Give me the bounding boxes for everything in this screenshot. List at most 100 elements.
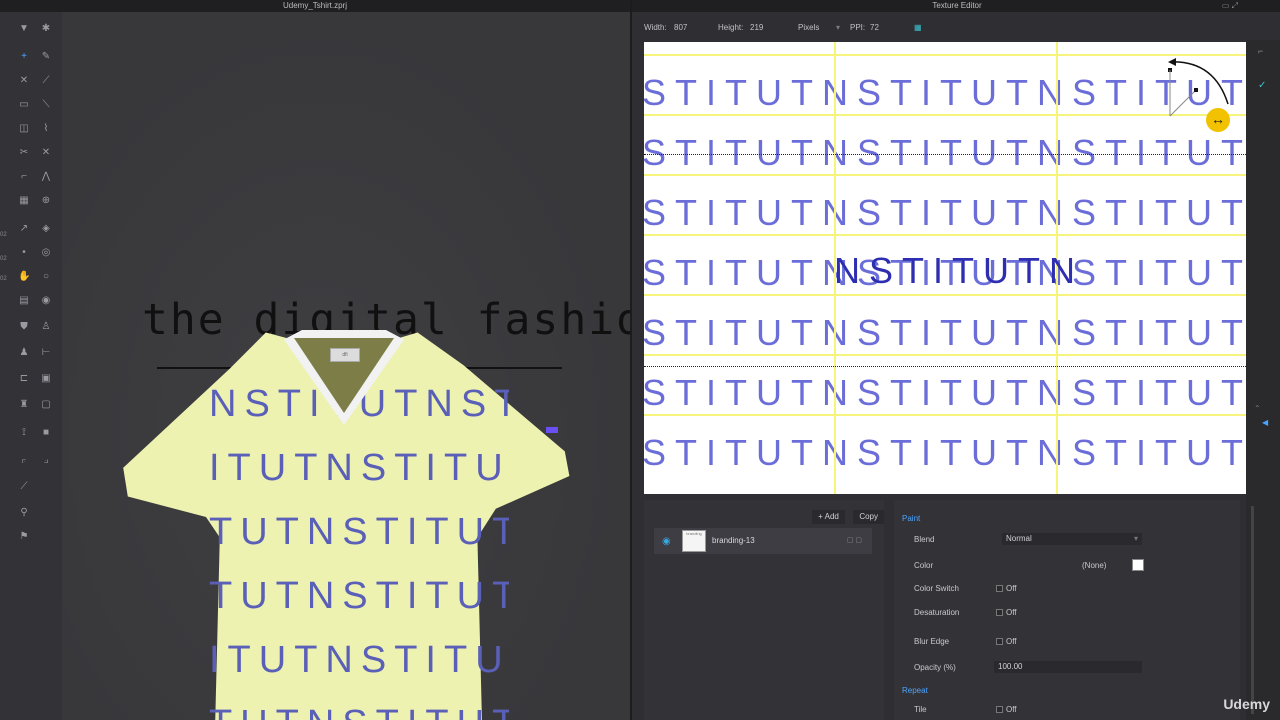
collar-label: dfi [330, 348, 360, 362]
anchor-tool-icon[interactable]: ⚲ [18, 508, 30, 518]
texture-row: STITUTNSTITUTNSTITUT [644, 54, 1248, 114]
edit-tool-icon[interactable]: ✎ [40, 52, 52, 62]
pen-tool-icon[interactable]: ↗ [18, 224, 30, 234]
stitch2-tool-icon[interactable]: ⟓ [40, 456, 52, 466]
dotted-guide [644, 154, 1248, 155]
blend-select[interactable]: Normal ▾ [1002, 533, 1142, 545]
left-toolbar: ▼ ✱ + ✎ ✕ ⟋ ▭ ⟍ ◫ ⌇ ✂ ✕ ⌐ ⋀ ▦ ⊕ ↗ ◈ • ◎ … [0, 12, 80, 720]
paint-section-title[interactable]: Paint [902, 514, 920, 523]
add-layer-button[interactable]: + Add [812, 510, 845, 524]
layer-buttons: + Add Copy [808, 506, 884, 524]
slash-tool-icon[interactable]: ✕ [40, 148, 52, 158]
layer-name: branding-13 [712, 536, 755, 545]
blur-edge-checkbox[interactable] [996, 638, 1003, 645]
ppi-value[interactable]: 72 [870, 23, 879, 32]
target-tool-icon[interactable]: ◎ [40, 248, 52, 258]
selected-texture-tile[interactable]: NSTITUTN [834, 234, 1075, 292]
properties-panel: Paint Blend Normal ▾ Color (None) Color S… [894, 500, 1240, 720]
color-switch-value: Off [1006, 584, 1017, 593]
pin2-tool-icon[interactable]: ⚑ [18, 532, 30, 542]
properties-scrollbar[interactable] [1251, 506, 1254, 714]
repeat-section-title[interactable]: Repeat [902, 686, 928, 695]
zoom-tool-icon[interactable]: ⊕ [40, 196, 52, 206]
expand-icon[interactable]: ⌐ [1258, 46, 1263, 56]
layer-lock-icon[interactable]: ▢ ▢ [847, 536, 862, 544]
grid-toggle-icon[interactable]: ▦ [914, 23, 922, 32]
box-tool-icon[interactable]: ▣ [40, 374, 52, 384]
width-value[interactable]: 807 [674, 23, 687, 32]
desaturation-checkbox[interactable] [996, 609, 1003, 616]
texture-editor-title: Texture Editor [632, 0, 1280, 12]
square-tool-icon[interactable]: ▢ [40, 400, 52, 410]
pointer-icon[interactable]: ◀ [1262, 418, 1268, 427]
rect-tool-icon[interactable]: ▭ [18, 100, 30, 110]
pattern-row: TUTNSTITUTN [209, 575, 509, 617]
opacity-input[interactable]: 100.00 [994, 661, 1142, 673]
pattern-tool-icon[interactable]: ✕ [18, 76, 30, 86]
texture-row: STITUTNSTITUTNSTITUT [644, 354, 1248, 414]
texture-row: STITUTNSTITUTNSTITUT [644, 414, 1248, 474]
point-tool-icon[interactable]: • [18, 248, 30, 258]
ruler-mark-1: 02 [0, 232, 7, 238]
cut-tool-icon[interactable]: ✂ [18, 148, 30, 158]
dart-tool-icon[interactable]: ⋀ [40, 172, 52, 182]
tshirt-3d-model[interactable]: NSTITUTNSTIT ITUTNSTITUTN TUTNSTITUTNS T… [114, 312, 574, 720]
tile-checkbox[interactable] [996, 706, 1003, 713]
figure-tool-icon[interactable]: ♙ [40, 322, 52, 332]
trim-tool-icon[interactable]: ⊏ [18, 374, 30, 384]
texture-row: STITUTNSTITUTNSTITUT [644, 114, 1248, 174]
measure-tool-icon[interactable]: ⊢ [40, 348, 52, 358]
collapse-icon[interactable]: ⌃ [1254, 404, 1261, 413]
tshirt-pattern: NSTITUTNSTIT ITUTNSTITUTN TUTNSTITUTNS T… [209, 372, 509, 720]
unit-select[interactable]: Pixels [798, 23, 819, 32]
color-swatch[interactable] [1132, 559, 1144, 571]
checker-tool-icon[interactable]: ◈ [40, 224, 52, 234]
texture-row: STITUTNSTITUTNSTITUT [644, 294, 1248, 354]
brush-tool-icon[interactable]: ⟍ [40, 100, 52, 110]
ring-tool-icon[interactable]: ○ [40, 272, 52, 282]
height-value[interactable]: 219 [750, 23, 763, 32]
texture-editor-window: Texture Editor ▭ ⤢ Width: 807 Height: 21… [630, 0, 1280, 720]
square2-tool-icon[interactable]: ■ [40, 428, 52, 438]
blur-edge-label: Blur Edge [914, 637, 950, 646]
fold-tool-icon[interactable]: ⌇ [40, 124, 52, 134]
zipper-tool-icon[interactable]: ⟟ [18, 428, 30, 438]
3d-viewport[interactable]: the digital fashion NSTITUTNSTIT ITUTNST… [62, 12, 630, 720]
desaturation-label: Desaturation [914, 608, 960, 617]
window-controls[interactable]: ▭ ⤢ [1222, 0, 1238, 12]
hand-tool-icon[interactable]: ✋ [18, 272, 30, 282]
check-icon[interactable]: ✓ [1258, 80, 1266, 91]
internal-line-icon[interactable]: ⌐ [18, 172, 30, 182]
pin-tool-icon[interactable]: ✱ [40, 24, 52, 34]
tshirt-collar: dfi [284, 330, 404, 425]
ruler-mark-3: 02 [0, 276, 7, 282]
layer-item[interactable]: ◉ branding branding-13 ▢ ▢ [654, 528, 872, 554]
grid-tool-icon[interactable]: ▦ [18, 196, 30, 206]
copy-layer-button[interactable]: Copy [853, 510, 884, 524]
lock-tool-icon[interactable]: ▤ [18, 296, 30, 306]
shirt-tool-icon[interactable]: ⛊ [18, 322, 30, 332]
eye-icon[interactable]: ◉ [662, 536, 671, 547]
ppi-label: PPI: [850, 23, 866, 32]
unit-dropdown-icon[interactable]: ▾ [836, 23, 840, 32]
pattern-row: ITUTNSTITUTN [209, 639, 509, 681]
chevron-down-icon: ▾ [1133, 534, 1138, 543]
texture-row-text: STITUTNSTITUTNSTITUT [644, 372, 1248, 413]
pattern-row: TUTNSTITUTNS [209, 511, 509, 553]
segment-tool-icon[interactable]: ◫ [18, 124, 30, 134]
scale-handle-icon[interactable]: ↔ [1206, 108, 1230, 132]
needle-tool-icon[interactable]: ⟋ [18, 482, 30, 492]
puck-tool-icon[interactable]: ♜ [18, 400, 30, 410]
color-switch-checkbox[interactable] [996, 585, 1003, 592]
texture-row: STITUTNSTITUTNSTITUT [644, 174, 1248, 234]
height-label: Height: [718, 23, 744, 32]
arrow-down-icon[interactable]: ▼ [18, 24, 30, 34]
avatar-tool-icon[interactable]: ♟ [18, 348, 30, 358]
sewing-tool-icon[interactable]: ⟋ [40, 76, 52, 86]
selected-tile-text: NSTITUTN [834, 250, 1084, 291]
stitch-tool-icon[interactable]: ⟔ [18, 456, 30, 466]
button-tool-icon[interactable]: ◉ [40, 296, 52, 306]
udemy-watermark: Udemy [1223, 696, 1270, 712]
texture-canvas[interactable]: STITUTNSTITUTNSTITUT STITUTNSTITUTNSTITU… [644, 42, 1248, 494]
move-tool-icon[interactable]: + [18, 52, 30, 62]
